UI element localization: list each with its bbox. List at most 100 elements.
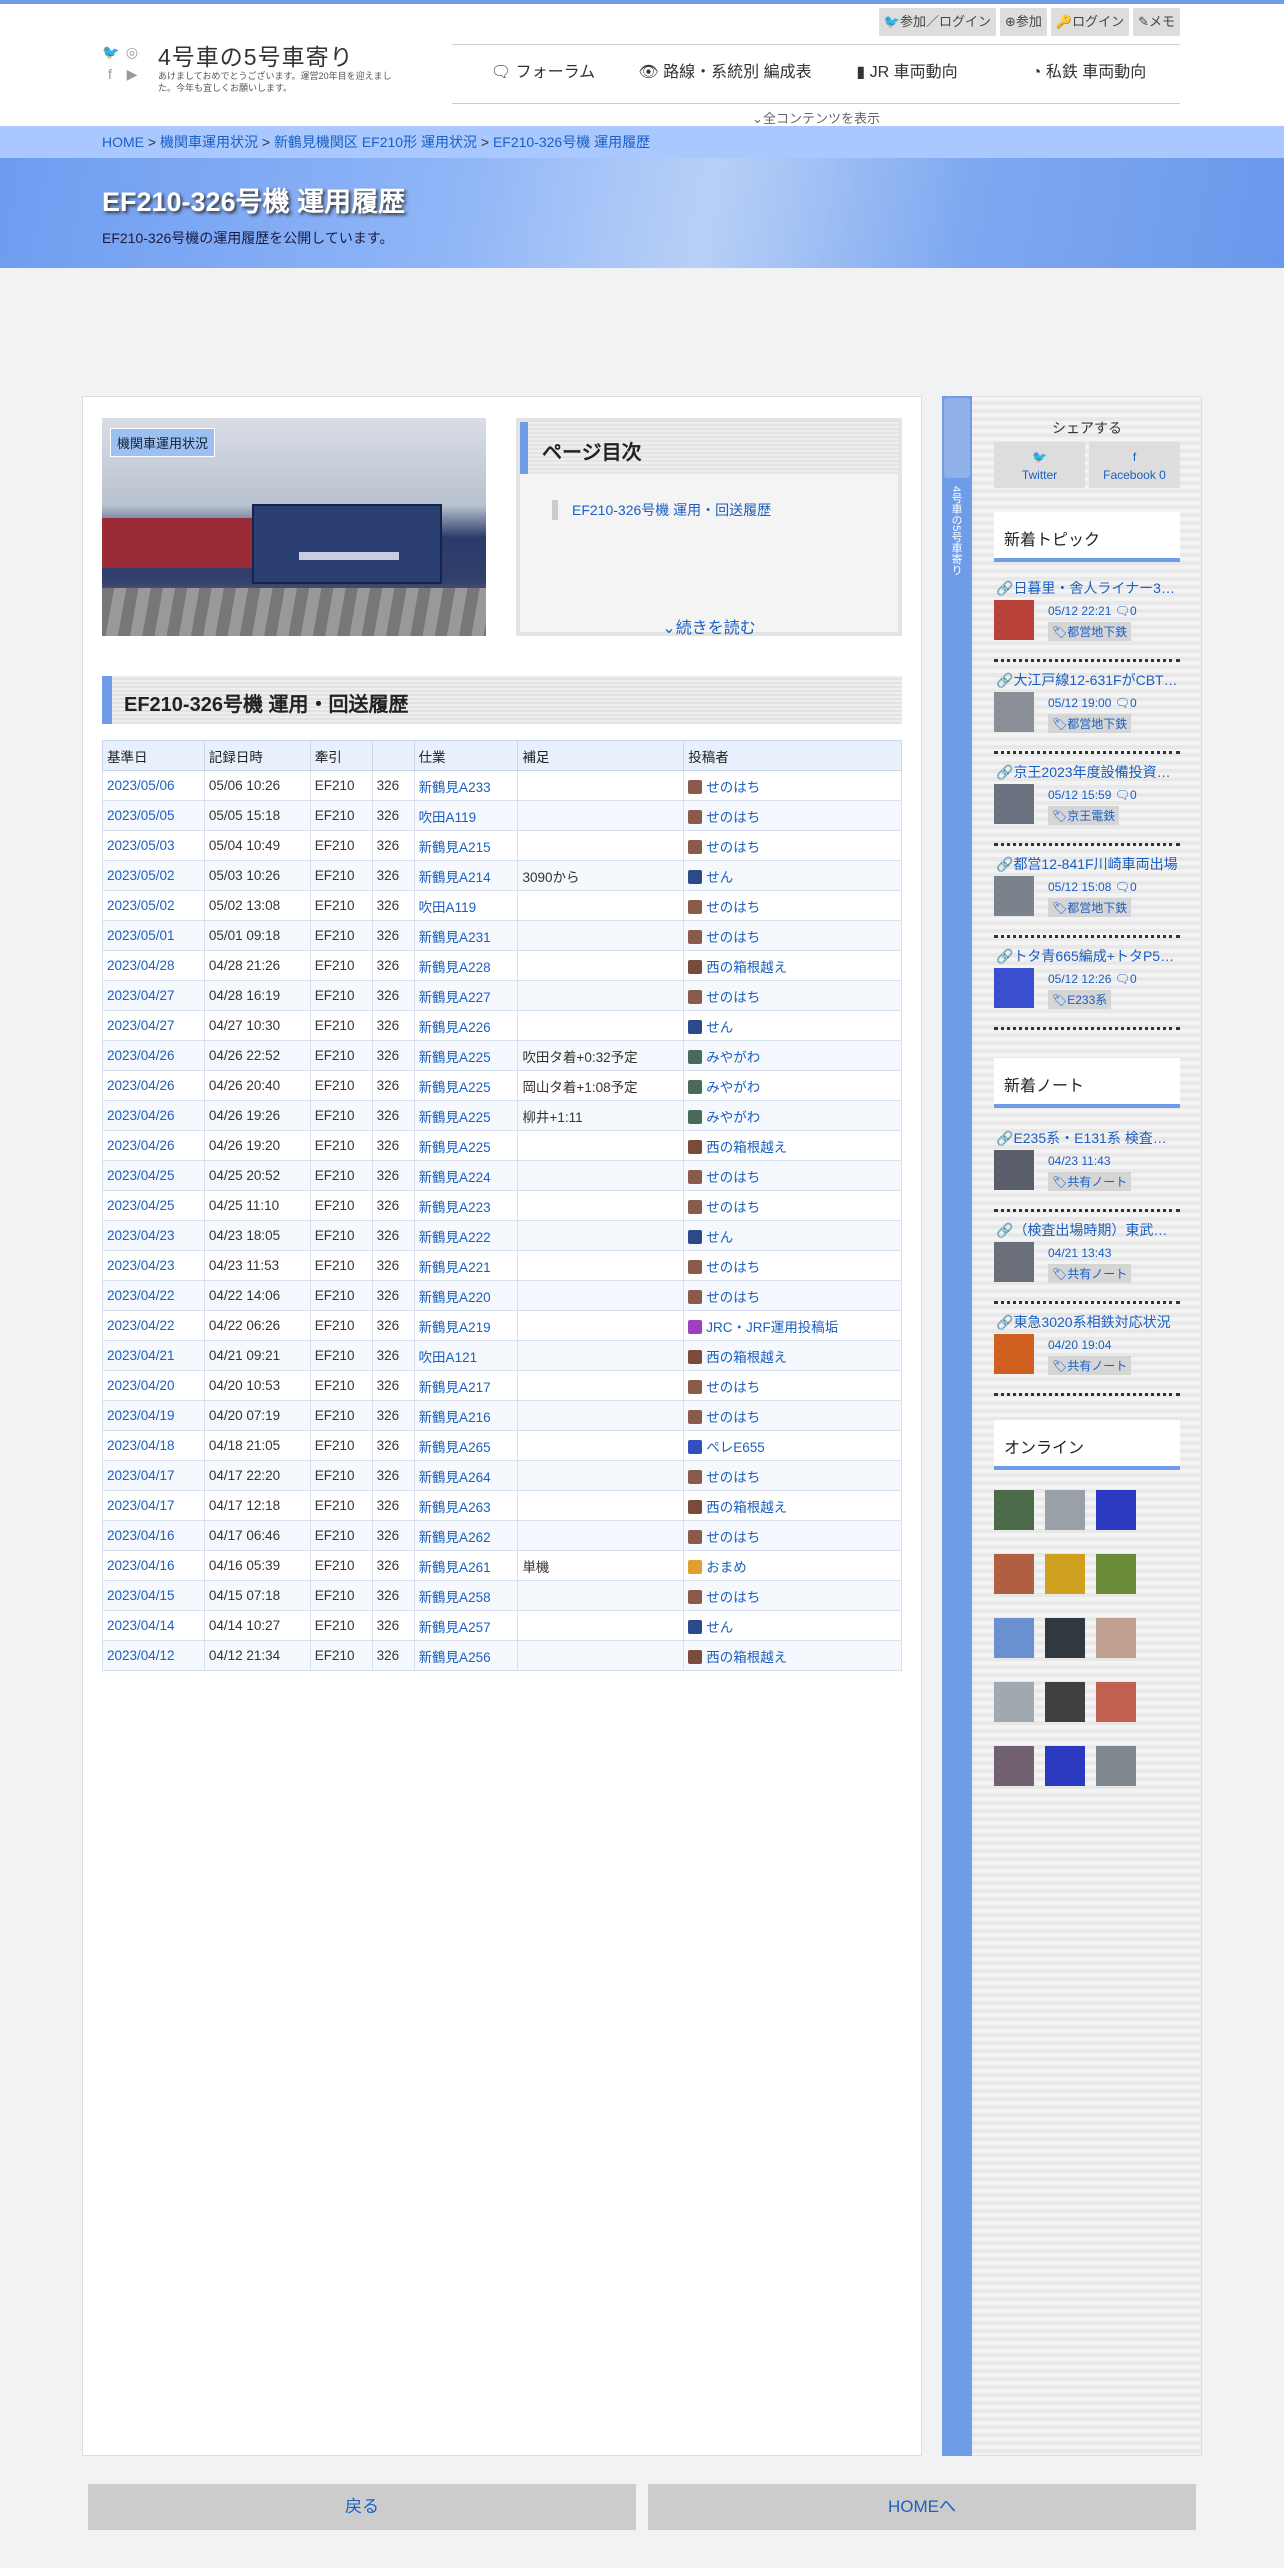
poster-link[interactable]: せのはち — [706, 1200, 760, 1215]
poster-link[interactable]: 西の箱根越え — [706, 1650, 787, 1665]
instagram-icon[interactable]: ◎ — [124, 44, 140, 60]
duty-link[interactable]: 新鶴見A263 — [419, 1500, 491, 1515]
poster-link[interactable]: みやがわ — [706, 1110, 760, 1125]
breadcrumb-home[interactable]: HOME — [102, 134, 144, 150]
poster-link[interactable]: せのはち — [706, 1260, 760, 1275]
duty-link[interactable]: 新鶴見A215 — [419, 840, 491, 855]
online-user-avatar[interactable] — [994, 1746, 1034, 1786]
duty-link[interactable]: 新鶴見A256 — [419, 1650, 491, 1665]
topic-tag[interactable]: 🏷E233系 — [1048, 990, 1112, 1009]
online-user-avatar[interactable] — [1096, 1682, 1136, 1722]
poster-link[interactable]: せのはち — [706, 930, 760, 945]
nav-jr[interactable]: ▮ JR 車両動向 — [816, 45, 998, 103]
date-link[interactable]: 2023/04/16 — [107, 1558, 175, 1573]
twitter-icon[interactable]: 🐦 — [102, 44, 119, 60]
poster-link[interactable]: せん — [706, 1620, 733, 1635]
duty-link[interactable]: 新鶴見A227 — [419, 990, 491, 1005]
duty-link[interactable]: 新鶴見A265 — [419, 1440, 491, 1455]
online-user-avatar[interactable] — [1096, 1490, 1136, 1530]
note-item[interactable]: 🔗東急3020系相鉄対応状況 04/20 19:04 🏷共有ノート — [994, 1306, 1180, 1396]
duty-link[interactable]: 新鶴見A233 — [419, 780, 491, 795]
date-link[interactable]: 2023/05/01 — [107, 928, 175, 943]
date-link[interactable]: 2023/04/17 — [107, 1498, 175, 1513]
duty-link[interactable]: 新鶴見A225 — [419, 1080, 491, 1095]
duty-link[interactable]: 新鶴見A262 — [419, 1530, 491, 1545]
topic-item[interactable]: 🔗トタ青665編成+トタP5… 05/12 12:26 🗨0 🏷E233系 — [994, 940, 1180, 1030]
date-link[interactable]: 2023/05/06 — [107, 778, 175, 793]
duty-link[interactable]: 新鶴見A220 — [419, 1290, 491, 1305]
date-link[interactable]: 2023/04/12 — [107, 1648, 175, 1663]
date-link[interactable]: 2023/04/14 — [107, 1618, 175, 1633]
date-link[interactable]: 2023/04/27 — [107, 1018, 175, 1033]
poster-link[interactable]: 西の箱根越え — [706, 1500, 787, 1515]
date-link[interactable]: 2023/04/28 — [107, 958, 175, 973]
poster-link[interactable]: せん — [706, 1020, 733, 1035]
topic-tag[interactable]: 🏷都営地下鉄 — [1048, 898, 1132, 917]
duty-link[interactable]: 新鶴見A258 — [419, 1590, 491, 1605]
topic-item[interactable]: 🔗日暮里・舎人ライナー3… 05/12 22:21 🗨0 🏷都営地下鉄 — [994, 572, 1180, 662]
breadcrumb-ef210[interactable]: 新鶴見機関区 EF210形 運用状況 — [274, 134, 477, 150]
topic-item[interactable]: 🔗大江戸線12-631FがCBT… 05/12 19:00 🗨0 🏷都営地下鉄 — [994, 664, 1180, 754]
duty-link[interactable]: 新鶴見A216 — [419, 1410, 491, 1425]
topic-tag[interactable]: 🏷都営地下鉄 — [1048, 622, 1132, 641]
poster-link[interactable]: おまめ — [706, 1560, 747, 1575]
twitter-share-button[interactable]: 🐦 Twitter — [994, 442, 1085, 488]
date-link[interactable]: 2023/04/20 — [107, 1378, 175, 1393]
poster-link[interactable]: 西の箱根越え — [706, 1350, 787, 1365]
duty-link[interactable]: 新鶴見A219 — [419, 1320, 491, 1335]
topic-item[interactable]: 🔗京王2023年度設備投資… 05/12 15:59 🗨0 🏷京王電鉄 — [994, 756, 1180, 846]
date-link[interactable]: 2023/05/03 — [107, 838, 175, 853]
nav-private[interactable]: ◔ 私鉄 車両動向 — [998, 45, 1180, 103]
breadcrumb-current[interactable]: EF210-326号機 運用履歴 — [493, 134, 650, 150]
date-link[interactable]: 2023/04/26 — [107, 1138, 175, 1153]
poster-link[interactable]: せのはち — [706, 1530, 760, 1545]
online-user-avatar[interactable] — [1045, 1554, 1085, 1594]
date-link[interactable]: 2023/04/21 — [107, 1348, 175, 1363]
online-user-avatar[interactable] — [1045, 1618, 1085, 1658]
duty-link[interactable]: 新鶴見A217 — [419, 1380, 491, 1395]
date-link[interactable]: 2023/04/19 — [107, 1408, 175, 1423]
online-user-avatar[interactable] — [994, 1682, 1034, 1722]
duty-link[interactable]: 吹田A121 — [419, 1350, 478, 1365]
duty-link[interactable]: 吹田A119 — [419, 810, 477, 825]
date-link[interactable]: 2023/04/23 — [107, 1258, 175, 1273]
poster-link[interactable]: せのはち — [706, 1590, 760, 1605]
date-link[interactable]: 2023/05/05 — [107, 808, 175, 823]
poster-link[interactable]: みやがわ — [706, 1080, 760, 1095]
note-item[interactable]: 🔗E235系・E131系 検査… 04/23 11:43 🏷共有ノート — [994, 1122, 1180, 1212]
duty-link[interactable]: 新鶴見A231 — [419, 930, 491, 945]
date-link[interactable]: 2023/04/26 — [107, 1078, 175, 1093]
poster-link[interactable]: せのはち — [706, 1470, 760, 1485]
back-button[interactable]: 戻る — [88, 2484, 636, 2530]
poster-link[interactable]: JRC・JRF運用投稿垢 — [706, 1320, 838, 1335]
date-link[interactable]: 2023/04/23 — [107, 1228, 175, 1243]
join-button[interactable]: ⊕参加 — [999, 8, 1047, 36]
duty-link[interactable]: 新鶴見A226 — [419, 1020, 491, 1035]
date-link[interactable]: 2023/04/15 — [107, 1588, 175, 1603]
duty-link[interactable]: 新鶴見A222 — [419, 1230, 491, 1245]
note-tag[interactable]: 🏷共有ノート — [1048, 1264, 1132, 1283]
poster-link[interactable]: せのはち — [706, 840, 760, 855]
facebook-share-button[interactable]: f Facebook 0 — [1089, 442, 1180, 488]
duty-link[interactable]: 新鶴見A264 — [419, 1470, 491, 1485]
date-link[interactable]: 2023/04/25 — [107, 1168, 175, 1183]
duty-link[interactable]: 新鶴見A257 — [419, 1620, 491, 1635]
poster-link[interactable]: 西の箱根越え — [706, 960, 787, 975]
show-all-contents[interactable]: ⌄全コンテンツを表示 — [452, 108, 1180, 127]
poster-link[interactable]: せのはち — [706, 810, 760, 825]
date-link[interactable]: 2023/04/22 — [107, 1318, 175, 1333]
facebook-icon[interactable]: f — [102, 66, 118, 82]
poster-link[interactable]: せのはち — [706, 1380, 760, 1395]
duty-link[interactable]: 新鶴見A214 — [419, 870, 491, 885]
date-link[interactable]: 2023/04/17 — [107, 1468, 175, 1483]
home-button[interactable]: HOMEへ — [648, 2484, 1196, 2530]
nav-formation[interactable]: 👁 路線・系統別 編成表 — [634, 45, 816, 103]
breadcrumb-locomotive[interactable]: 機関車運用状況 — [160, 134, 258, 150]
note-item[interactable]: 🔗（検査出場時期）東武… 04/21 13:43 🏷共有ノート — [994, 1214, 1180, 1304]
duty-link[interactable]: 新鶴見A261 — [419, 1560, 491, 1575]
duty-link[interactable]: 新鶴見A225 — [419, 1140, 491, 1155]
date-link[interactable]: 2023/05/02 — [107, 898, 175, 913]
duty-link[interactable]: 新鶴見A225 — [419, 1050, 491, 1065]
date-link[interactable]: 2023/04/18 — [107, 1438, 175, 1453]
poster-link[interactable]: せのはち — [706, 990, 760, 1005]
